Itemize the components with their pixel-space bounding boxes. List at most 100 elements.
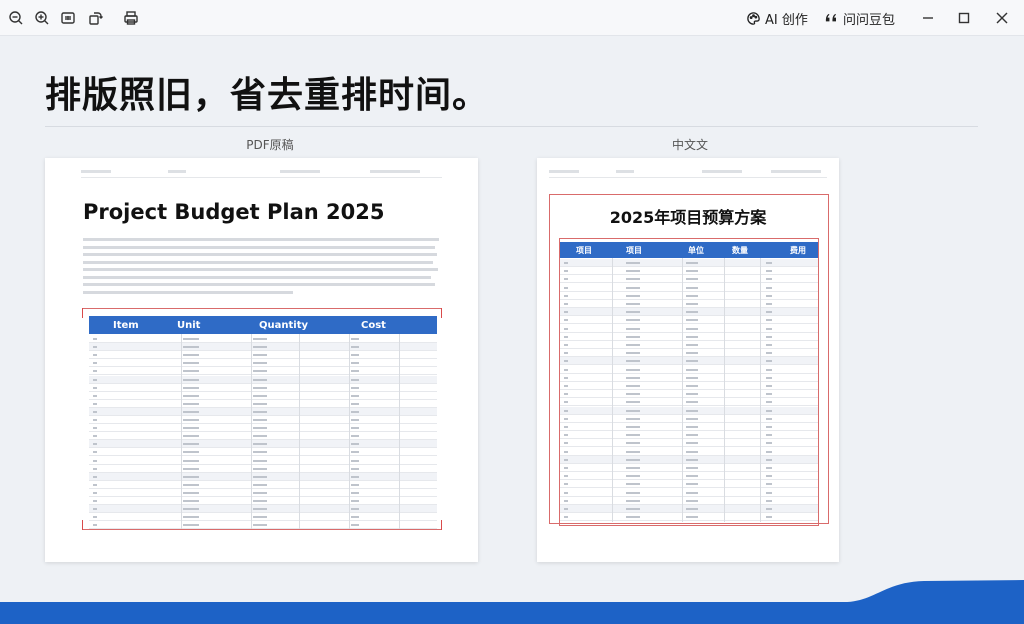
cell-mark (183, 402, 199, 405)
table-row (560, 455, 818, 464)
cell-mark (564, 417, 568, 420)
cell-mark (686, 401, 698, 404)
zoom-in-icon[interactable] (32, 8, 52, 28)
table-row (560, 398, 818, 407)
cell-mark (253, 443, 267, 446)
cell-mark (626, 434, 640, 437)
cell-mark (626, 327, 640, 330)
table-row (89, 384, 437, 392)
cell-mark (351, 362, 359, 365)
print-icon[interactable] (121, 8, 141, 28)
table-row (89, 400, 437, 408)
table-row (89, 481, 437, 489)
column-header: 数量 (732, 245, 748, 255)
quote-icon (825, 13, 836, 21)
rotate-icon[interactable] (85, 8, 105, 28)
header-text-line (369, 170, 420, 173)
cell-mark (93, 338, 97, 340)
cell-mark (351, 500, 359, 502)
cell-mark (564, 303, 568, 305)
cell-mark (351, 370, 359, 373)
cell-mark (253, 435, 267, 438)
cell-mark (564, 467, 568, 469)
table-row (89, 513, 437, 522)
cell-mark (93, 516, 97, 519)
table-row (89, 424, 437, 433)
cell-mark (626, 368, 640, 371)
cell-mark (686, 442, 698, 445)
cell-mark (564, 458, 568, 461)
cell-mark (183, 500, 199, 502)
cell-mark (626, 286, 640, 289)
cell-mark (686, 294, 698, 297)
cell-mark (766, 442, 772, 445)
maximize-icon[interactable] (954, 8, 974, 28)
cell-mark (253, 346, 267, 349)
cell-mark (766, 335, 772, 338)
cell-mark (351, 378, 359, 381)
table-row (560, 300, 818, 308)
table-row (560, 513, 818, 522)
cell-mark (626, 450, 640, 453)
page-headline: 排版照旧，省去重排时间。 (45, 75, 490, 116)
zoom-out-icon[interactable] (6, 8, 26, 28)
cell-mark (253, 402, 267, 405)
cell-mark (686, 434, 698, 437)
ask-doubao-button[interactable]: 问问豆包 (824, 9, 895, 28)
cell-mark (626, 458, 640, 461)
cell-mark (564, 434, 568, 437)
document-title: 2025年项目预算方案 (609, 208, 767, 227)
cell-mark (564, 401, 568, 404)
actual-size-icon[interactable] (58, 8, 78, 28)
cell-mark (686, 393, 698, 396)
cell-mark (686, 409, 698, 412)
cell-mark (626, 442, 640, 445)
table-header: Item Unit Quantity Cost (89, 316, 437, 334)
cell-mark (564, 442, 568, 445)
cell-mark (766, 450, 772, 453)
cell-mark (93, 427, 97, 430)
cell-mark (183, 370, 199, 373)
cell-mark (686, 262, 698, 264)
cell-mark (686, 508, 698, 510)
cell-mark (183, 524, 199, 527)
ai-create-button[interactable]: AI 创作 (746, 9, 808, 28)
frame-corner (82, 520, 88, 530)
cell-mark (766, 352, 772, 355)
cell-mark (626, 319, 640, 322)
cell-mark (351, 394, 359, 397)
cell-mark (686, 475, 698, 478)
cell-mark (686, 360, 698, 363)
cell-mark (564, 270, 568, 273)
minimize-icon[interactable] (918, 8, 938, 28)
table-row (560, 267, 818, 276)
cell-mark (686, 335, 698, 338)
cell-mark (93, 346, 97, 349)
cell-mark (766, 344, 772, 346)
cell-mark (626, 491, 640, 494)
cell-mark (766, 294, 772, 297)
cell-mark (766, 262, 772, 264)
cell-mark (93, 500, 97, 502)
cell-mark (686, 458, 698, 461)
cell-mark (626, 360, 640, 363)
paragraph-line (83, 238, 439, 241)
table-row (560, 480, 818, 489)
table-row (560, 415, 818, 423)
cell-mark (564, 508, 568, 510)
cell-mark (253, 378, 267, 381)
cell-mark (253, 459, 267, 462)
cell-mark (183, 378, 199, 381)
cell-mark (766, 303, 772, 305)
cell-mark (686, 311, 698, 314)
page-header (549, 170, 827, 178)
close-icon[interactable] (992, 8, 1012, 28)
cell-mark (93, 451, 97, 454)
cell-mark (626, 516, 640, 519)
table-row (560, 406, 818, 415)
column-divider (724, 258, 725, 522)
cell-mark (253, 467, 267, 470)
cell-mark (183, 386, 199, 389)
cell-mark (93, 483, 97, 486)
cell-mark (766, 491, 772, 494)
